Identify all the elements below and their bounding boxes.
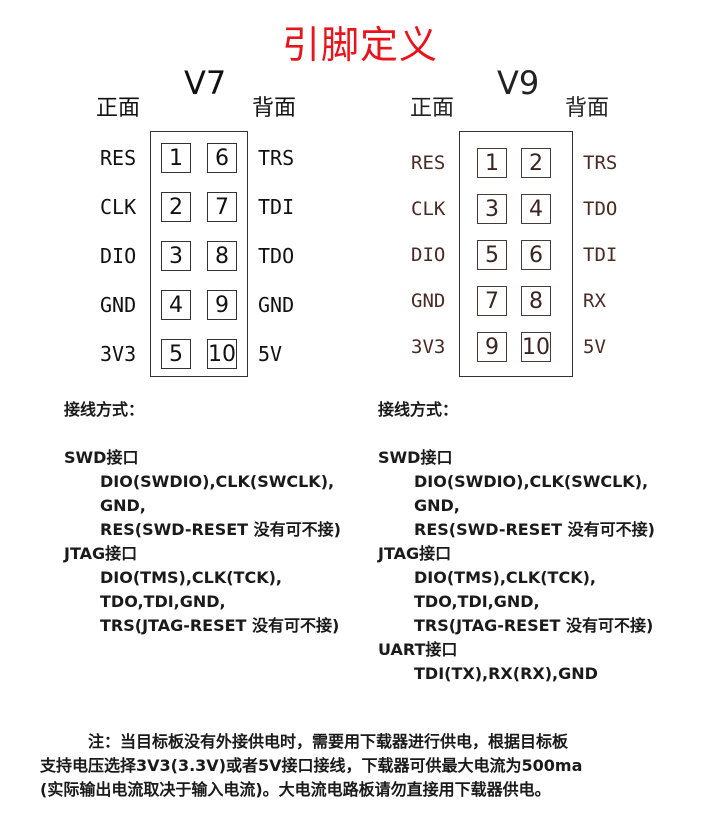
wiring-interface-heading: JTAG接口 [378, 544, 452, 563]
wiring-pin-mapping: TDO,TDI,GND, [414, 592, 540, 611]
v9-right-signal-label: 5V [583, 336, 606, 358]
v9-wiring-heading: 接线方式： [378, 400, 459, 419]
v9-pin-number: 5 [477, 240, 507, 270]
v7-right-signal-label: TDO [258, 244, 295, 268]
v7-left-signal-label: GND [100, 293, 137, 317]
v9-pin-number: 4 [521, 194, 551, 224]
v9-left-signal-label: DIO [411, 244, 446, 266]
v7-pin-number: 9 [207, 290, 237, 320]
v7-pin-number: 3 [161, 241, 191, 271]
wiring-pin-mapping: RES(SWD-RESET 没有可不接) [100, 520, 341, 539]
note-line-3: (实际输出电流取决于输入电流)。大电流电路板请勿直接用下载器供电。 [40, 780, 551, 799]
v9-back-label: 背面 [565, 96, 610, 121]
v7-pin-number: 8 [207, 241, 237, 271]
v9-pin-number: 3 [477, 194, 507, 224]
power-note: 注：当目标板没有外接供电时，需要用下载器进行供电，根据目标板 支持电压选择3V3… [40, 730, 700, 802]
wiring-pin-mapping: TDI(TX),RX(RX),GND [414, 664, 598, 683]
v7-pin-number: 10 [207, 339, 237, 369]
v9-front-label: 正面 [410, 96, 455, 121]
page-title: 引脚定义 [281, 23, 438, 67]
v9-pin-number: 1 [477, 148, 507, 178]
v9-pin-number: 2 [521, 148, 551, 178]
v9-pin-number: 6 [521, 240, 551, 270]
v7-left-signal-label: CLK [100, 195, 137, 219]
v9-pin-number: 9 [477, 332, 507, 362]
wiring-pin-mapping: GND, [100, 496, 146, 515]
wiring-pin-mapping: DIO(TMS),CLK(TCK), [100, 568, 282, 587]
v9-right-signal-label: TDI [583, 244, 618, 266]
v9-left-signal-label: RES [411, 152, 446, 174]
v7-left-signal-label: DIO [100, 244, 137, 268]
v9-left-signal-label: 3V3 [411, 336, 446, 358]
v7-version-label: V7 [184, 64, 227, 102]
v7-right-signal-label: TRS [258, 146, 295, 170]
v7-pin-number: 6 [207, 143, 237, 173]
v9-right-signal-label: TRS [583, 152, 618, 174]
wiring-pin-mapping: DIO(SWDIO),CLK(SWCLK), [414, 472, 649, 491]
v7-pin-number: 5 [161, 339, 191, 369]
v7-wiring-heading: 接线方式： [64, 400, 145, 419]
v9-left-signal-label: CLK [411, 198, 446, 220]
wiring-pin-mapping: TRS(JTAG-RESET 没有可不接) [414, 616, 654, 635]
wiring-pin-mapping: TRS(JTAG-RESET 没有可不接) [100, 616, 340, 635]
wiring-pin-mapping: DIO(TMS),CLK(TCK), [414, 568, 596, 587]
v7-wiring: 接线方式： SWD接口 DIO(SWDIO),CLK(SWCLK), GND, RES… [64, 398, 384, 638]
wiring-pin-mapping: GND, [414, 496, 460, 515]
v9-wiring: 接线方式： SWD接口 DIO(SWDIO),CLK(SWCLK), GND, RES… [378, 398, 708, 686]
v9-pin-number: 7 [477, 286, 507, 316]
v7-pin-number: 2 [161, 192, 191, 222]
wiring-interface-heading: UART接口 [378, 640, 458, 659]
wiring-pin-mapping: DIO(SWDIO),CLK(SWCLK), [100, 472, 335, 491]
v9-right-signal-label: RX [583, 290, 606, 312]
v7-right-signal-label: TDI [258, 195, 295, 219]
wiring-interface-heading: SWD接口 [64, 448, 139, 467]
v7-left-signal-label: 3V3 [100, 342, 137, 366]
v7-back-label: 背面 [252, 96, 297, 121]
v7-pin-number: 4 [161, 290, 191, 320]
v7-pin-number: 1 [161, 143, 191, 173]
v9-right-signal-label: TDO [583, 198, 618, 220]
v7-front-label: 正面 [96, 96, 141, 121]
v9-pin-number: 10 [521, 332, 551, 362]
note-line-1: 注：当目标板没有外接供电时，需要用下载器进行供电，根据目标板 [88, 732, 569, 751]
v9-left-signal-label: GND [411, 290, 446, 312]
v7-right-signal-label: GND [258, 293, 295, 317]
wiring-interface-heading: JTAG接口 [64, 544, 138, 563]
v9-pin-number: 8 [521, 286, 551, 316]
v7-left-signal-label: RES [100, 146, 137, 170]
wiring-pin-mapping: TDO,TDI,GND, [100, 592, 226, 611]
v7-pin-number: 7 [207, 192, 237, 222]
note-line-2: 支持电压选择3V3(3.3V)或者5V接口接线，下载器可供最大电流为500ma [40, 756, 583, 775]
wiring-pin-mapping: RES(SWD-RESET 没有可不接) [414, 520, 655, 539]
v7-right-signal-label: 5V [258, 342, 283, 366]
wiring-interface-heading: SWD接口 [378, 448, 453, 467]
v9-version-label: V9 [497, 64, 540, 102]
